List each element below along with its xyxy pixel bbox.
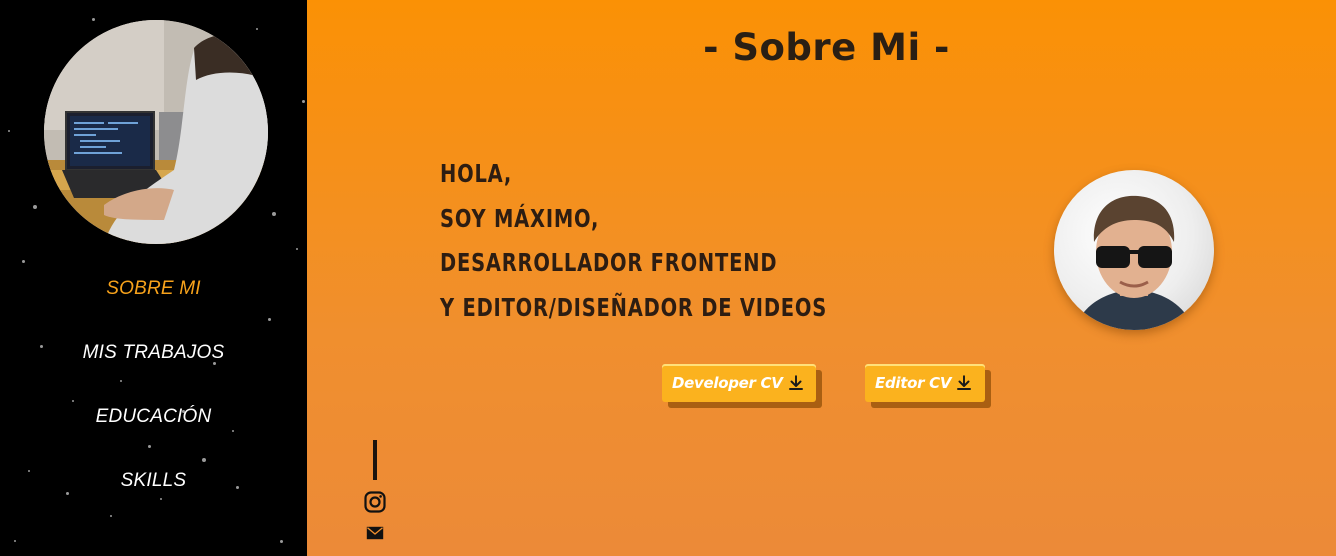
star-dot (160, 498, 162, 500)
star-dot (268, 318, 271, 321)
intro-text: HOLA, SOY MÁXIMO, DESARROLLADOR FRONTEND… (440, 152, 827, 330)
star-dot (272, 212, 276, 216)
star-dot (14, 540, 16, 542)
star-dot (148, 445, 151, 448)
mail-icon[interactable] (366, 526, 384, 540)
intro-line: DESARROLLADOR FRONTEND (440, 248, 778, 277)
editor-cv-label: Editor CV (875, 374, 952, 392)
developer-cv-button[interactable]: Developer CV (662, 364, 816, 402)
star-dot (92, 18, 95, 21)
page-title: - Sobre Mi - (703, 26, 950, 69)
avatar (1054, 170, 1214, 330)
star-dot (110, 515, 112, 517)
star-dot (202, 458, 206, 462)
intro-line: SOY MÁXIMO, (440, 203, 600, 233)
star-dot (256, 28, 258, 30)
developer-cv-label: Developer CV (672, 374, 783, 392)
star-dot (22, 260, 25, 263)
intro-line: Y EDITOR/DISEÑADOR DE VIDEOS (440, 292, 828, 322)
sidebar-item-educacion[interactable]: EDUCACIÓN (0, 406, 307, 428)
star-dot (72, 400, 74, 402)
sidebar-item-sobre-mi[interactable]: SOBRE MI (0, 278, 307, 300)
sidebar-item-mis-trabajos[interactable]: MIS TRABAJOS (0, 342, 307, 364)
star-dot (33, 205, 37, 209)
star-dot (66, 492, 69, 495)
star-dot (120, 380, 122, 382)
portrait-image (1074, 195, 1194, 330)
profile-photo (44, 20, 268, 244)
star-dot (302, 100, 305, 103)
editor-cv-button[interactable]: Editor CV (865, 364, 985, 402)
person-at-laptop-image (44, 20, 268, 244)
star-dot (296, 248, 298, 250)
instagram-icon[interactable] (363, 490, 387, 514)
download-icon (788, 375, 803, 390)
sidebar: SOBRE MI MIS TRABAJOS EDUCACIÓN SKILLS (0, 0, 307, 556)
social-divider-line (373, 440, 377, 480)
star-dot (232, 430, 234, 432)
star-dot (8, 130, 10, 132)
download-icon (957, 375, 972, 390)
sidebar-item-skills[interactable]: SKILLS (0, 470, 307, 492)
main-content: - Sobre Mi - HOLA, SOY MÁXIMO, DESARROLL… (307, 0, 1336, 556)
star-dot (280, 540, 283, 543)
intro-line: HOLA, (440, 159, 513, 188)
